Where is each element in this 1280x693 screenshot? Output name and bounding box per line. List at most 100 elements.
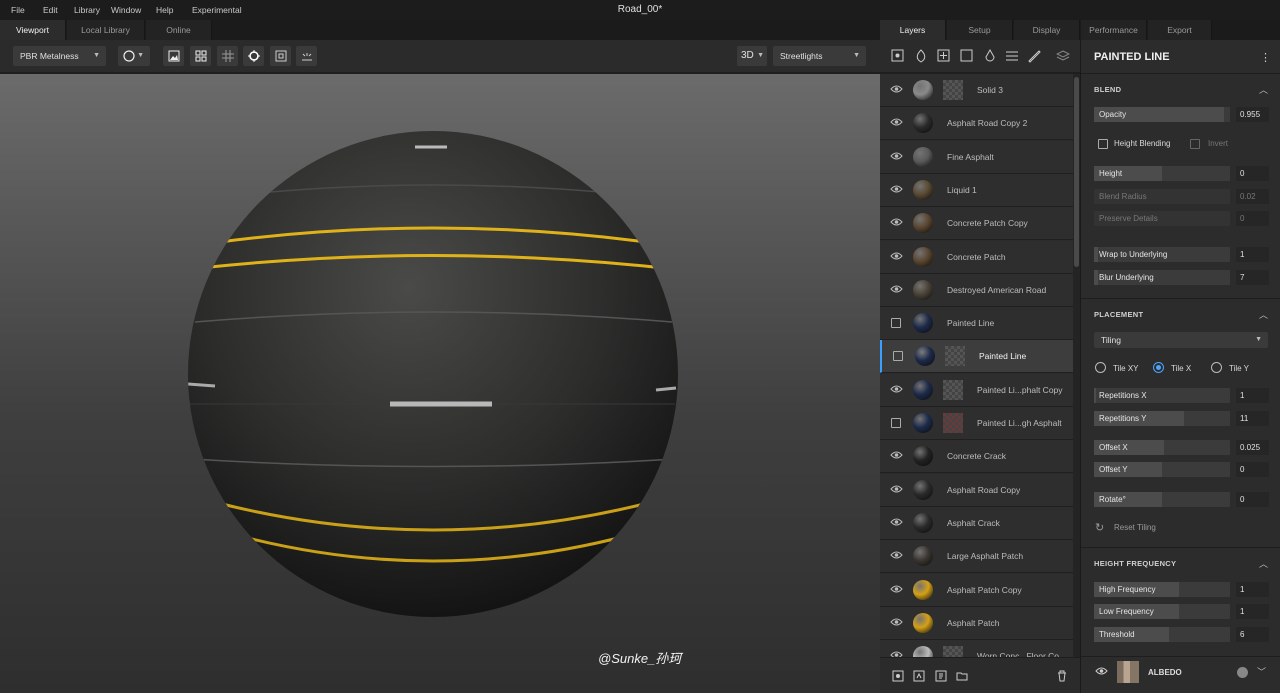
layer-row[interactable]: Large Asphalt Patch: [880, 540, 1073, 574]
layer-row[interactable]: Worn Conc...Floor Co: [880, 640, 1073, 657]
eye-icon[interactable]: [890, 484, 903, 497]
more-options-icon[interactable]: ⋮: [1260, 51, 1271, 64]
layer-row[interactable]: Painted Line: [880, 307, 1073, 341]
eye-icon[interactable]: [890, 550, 903, 563]
add-mask-icon[interactable]: [913, 670, 925, 682]
placement-section-header[interactable]: PLACEMENT: [1094, 310, 1143, 319]
opacity-value[interactable]: 0.955: [1236, 107, 1269, 122]
layer-visibility-checkbox[interactable]: [891, 418, 901, 428]
albedo-thumbnail[interactable]: [1117, 661, 1139, 683]
grid-2x2-icon[interactable]: [190, 46, 211, 66]
chevron-up-icon[interactable]: ︿: [1259, 308, 1268, 321]
smart-material-icon[interactable]: [914, 49, 928, 63]
layer-mask-thumbnail[interactable]: [943, 379, 963, 400]
layer-row[interactable]: Asphalt Patch: [880, 606, 1073, 640]
liquid-drop-icon[interactable]: [983, 48, 997, 63]
layer-row[interactable]: Destroyed American Road: [880, 273, 1073, 307]
blend-radius-value[interactable]: 0.02: [1236, 189, 1269, 204]
eye-icon[interactable]: [890, 84, 903, 97]
wrap-underlying-value[interactable]: 1: [1236, 247, 1269, 262]
threshold-slider[interactable]: Threshold: [1094, 627, 1230, 642]
layers-stack-icon[interactable]: [1055, 49, 1071, 63]
view-mode-dropdown[interactable]: 3D ▼: [737, 46, 767, 66]
eye-icon[interactable]: [890, 251, 903, 264]
eye-icon[interactable]: [1095, 666, 1108, 678]
layer-row[interactable]: Concrete Patch: [880, 240, 1073, 274]
chevron-up-icon[interactable]: ︿: [1259, 557, 1268, 570]
eye-icon[interactable]: [890, 384, 903, 397]
menu-experimental[interactable]: Experimental: [192, 5, 242, 15]
offset-y-slider[interactable]: Offset Y: [1094, 462, 1230, 477]
eye-icon[interactable]: [890, 517, 903, 530]
preserve-details-slider[interactable]: Preserve Details: [1094, 211, 1230, 226]
layer-visibility-checkbox[interactable]: [891, 318, 901, 329]
layer-mask-thumbnail[interactable]: [943, 413, 963, 433]
tab-export[interactable]: Export: [1148, 20, 1212, 40]
repetitions-x-value[interactable]: 1: [1236, 388, 1269, 403]
channel-color-swatch[interactable]: [1237, 667, 1248, 678]
preview-shape-dropdown[interactable]: ▼: [118, 46, 150, 66]
eye-icon[interactable]: [890, 450, 903, 463]
eye-icon[interactable]: [890, 584, 903, 597]
layer-mask-thumbnail[interactable]: [943, 646, 963, 657]
tab-layers[interactable]: Layers: [880, 20, 946, 40]
trash-icon[interactable]: [1056, 670, 1068, 682]
layer-mask-thumbnail[interactable]: [945, 346, 965, 367]
scrollbar-thumb[interactable]: [1074, 77, 1079, 267]
chevron-down-icon[interactable]: ﹀: [1257, 665, 1266, 678]
material-mode-dropdown[interactable]: PBR Metalness ▼: [13, 46, 106, 66]
blend-radius-slider[interactable]: Blend Radius: [1094, 189, 1230, 204]
layer-row[interactable]: Asphalt Crack: [880, 506, 1073, 540]
layer-mask-thumbnail[interactable]: [943, 80, 963, 100]
eye-icon[interactable]: [890, 284, 903, 297]
threshold-value[interactable]: 6: [1236, 627, 1269, 642]
chevron-up-icon[interactable]: ︿: [1259, 83, 1268, 96]
blend-section-header[interactable]: BLEND: [1094, 85, 1121, 94]
low-frequency-value[interactable]: 1: [1236, 604, 1269, 619]
reset-tiling-button[interactable]: Reset Tiling: [1114, 523, 1156, 532]
add-filter-icon[interactable]: [935, 670, 947, 682]
blur-underlying-slider[interactable]: Blur Underlying: [1094, 270, 1230, 285]
opacity-slider[interactable]: Opacity: [1094, 107, 1230, 122]
menu-file[interactable]: File: [11, 5, 25, 15]
layer-row[interactable]: Asphalt Patch Copy: [880, 573, 1073, 607]
image-icon[interactable]: [163, 46, 184, 66]
eye-icon[interactable]: [890, 117, 903, 130]
tab-setup[interactable]: Setup: [947, 20, 1013, 40]
layer-row[interactable]: Fine Asphalt: [880, 140, 1073, 174]
paint-brush-icon[interactable]: [1027, 49, 1041, 63]
height-blending-checkbox[interactable]: [1098, 139, 1108, 149]
tab-performance[interactable]: Performance: [1081, 20, 1147, 40]
frame-icon[interactable]: [270, 46, 291, 66]
layer-row[interactable]: Liquid 1: [880, 173, 1073, 207]
tab-viewport[interactable]: Viewport: [0, 20, 66, 40]
eye-icon[interactable]: [890, 151, 903, 164]
tile-x-radio[interactable]: [1153, 362, 1164, 373]
eye-icon[interactable]: [890, 184, 903, 197]
tab-display[interactable]: Display: [1014, 20, 1080, 40]
material-preview-sphere[interactable]: [0, 74, 880, 693]
layer-visibility-checkbox[interactable]: [893, 351, 903, 362]
add-solid-layer-icon[interactable]: [892, 670, 904, 682]
layer-row[interactable]: Painted Line: [880, 340, 1073, 374]
layer-row[interactable]: Solid 3: [880, 74, 1073, 107]
layers-scrollbar[interactable]: [1073, 74, 1080, 657]
eye-icon[interactable]: [890, 617, 903, 630]
tile-xy-radio[interactable]: [1095, 362, 1106, 373]
add-layer-icon[interactable]: [891, 49, 905, 63]
height-frequency-section-header[interactable]: HEIGHT FREQUENCY: [1094, 559, 1176, 568]
repetitions-y-slider[interactable]: Repetitions Y: [1094, 411, 1230, 426]
eye-icon[interactable]: [890, 217, 903, 230]
invert-checkbox[interactable]: [1190, 139, 1200, 149]
wrap-underlying-slider[interactable]: Wrap to Underlying: [1094, 247, 1230, 262]
rotate-value[interactable]: 0: [1236, 492, 1269, 507]
eye-icon[interactable]: [890, 650, 903, 657]
layer-row[interactable]: Concrete Patch Copy: [880, 207, 1073, 241]
menu-edit[interactable]: Edit: [43, 5, 58, 15]
filter-lines-icon[interactable]: [1005, 49, 1019, 63]
menu-help[interactable]: Help: [156, 5, 173, 15]
grid-icon[interactable]: [217, 46, 238, 66]
low-frequency-slider[interactable]: Low Frequency: [1094, 604, 1230, 619]
menu-window[interactable]: Window: [111, 5, 141, 15]
offset-x-value[interactable]: 0.025: [1236, 440, 1269, 455]
